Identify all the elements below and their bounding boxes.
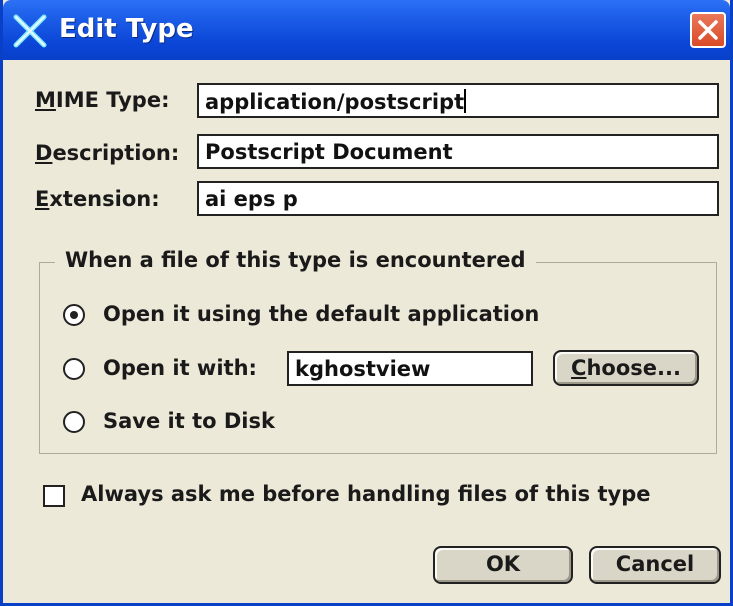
extension-label: Extension:	[35, 187, 160, 211]
description-input[interactable]: Postscript Document	[197, 134, 719, 169]
edit-type-dialog: Edit Type MIME Type: application/postscr…	[0, 0, 733, 606]
always-ask-label[interactable]: Always ask me before handling files of t…	[81, 482, 651, 506]
radio-open-with[interactable]	[63, 358, 85, 380]
open-with-value: kghostview	[295, 357, 431, 381]
title-bar[interactable]: Edit Type	[3, 0, 730, 60]
radio-save-to-disk[interactable]	[63, 411, 85, 433]
mime-type-input[interactable]: application/postscript	[197, 83, 719, 118]
description-value: Postscript Document	[205, 140, 453, 164]
mime-type-label: MIME Type:	[35, 88, 170, 112]
always-ask-checkbox[interactable]	[43, 485, 65, 507]
description-label: Description:	[35, 141, 180, 165]
radio-save-to-disk-label[interactable]: Save it to Disk	[103, 409, 275, 433]
text-caret	[464, 89, 467, 113]
close-icon	[698, 20, 718, 40]
radio-selected-dot	[70, 311, 78, 319]
choose-button[interactable]: Choose...	[553, 350, 699, 386]
extension-input[interactable]: ai eps p	[197, 181, 719, 216]
cancel-button[interactable]: Cancel	[589, 546, 721, 584]
radio-default-application[interactable]	[63, 304, 85, 326]
close-button[interactable]	[690, 12, 726, 48]
ok-button[interactable]: OK	[433, 546, 573, 584]
open-with-input[interactable]: kghostview	[287, 351, 533, 386]
x-icon	[13, 14, 47, 48]
extension-value: ai eps p	[205, 187, 298, 211]
mime-type-value: application/postscript	[205, 90, 465, 114]
group-title: When a file of this type is encountered	[55, 248, 536, 272]
radio-open-with-label[interactable]: Open it with:	[103, 356, 257, 380]
radio-default-application-label[interactable]: Open it using the default application	[103, 302, 539, 326]
window-title: Edit Type	[59, 14, 194, 44]
